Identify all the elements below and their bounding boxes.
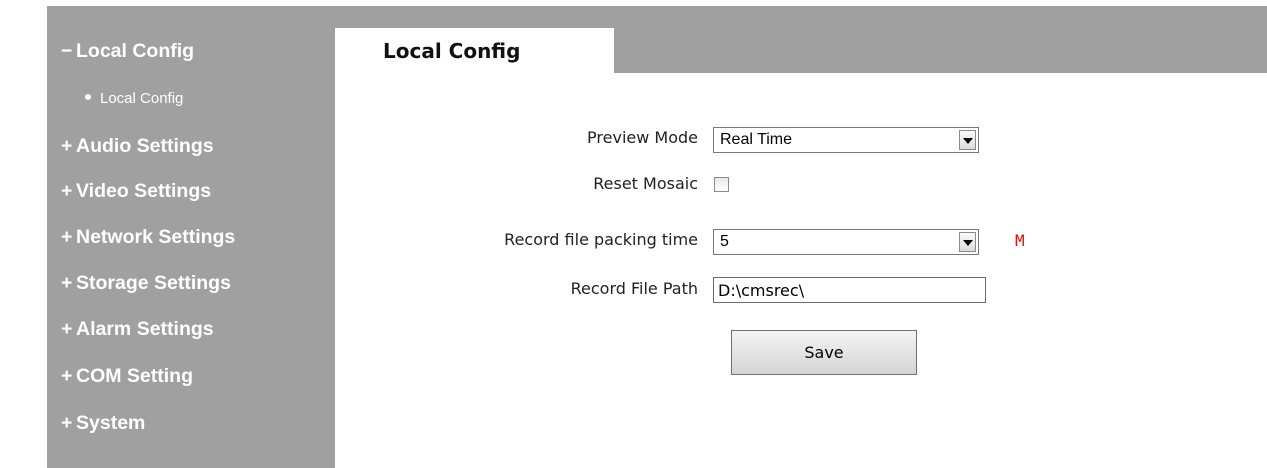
expand-icon: +: [61, 272, 73, 294]
preview-mode-label: Preview Mode: [587, 128, 698, 147]
sidebar-item-system[interactable]: + System: [61, 412, 145, 435]
sidebar-item-label: Local Config: [76, 40, 195, 62]
packing-time-value: 5: [720, 233, 729, 250]
packing-time-select[interactable]: 5: [713, 229, 979, 255]
expand-icon: +: [61, 180, 73, 202]
sidebar-item-label: System: [76, 412, 146, 434]
reset-mosaic-label: Reset Mosaic: [593, 174, 698, 193]
tab-label: Local Config: [383, 39, 521, 63]
sidebar-item-label: Audio Settings: [76, 135, 214, 157]
sidebar-item-com-setting[interactable]: + COM Setting: [61, 365, 193, 388]
file-path-label: Record File Path: [570, 279, 698, 298]
preview-mode-value: Real Time: [720, 131, 793, 148]
sidebar-item-audio-settings[interactable]: + Audio Settings: [61, 135, 214, 158]
tab-local-config[interactable]: Local Config: [335, 28, 614, 73]
sidebar-item-label: Network Settings: [76, 226, 236, 248]
app-frame: − Local Config Local Config + Audio Settin…: [0, 0, 1267, 468]
sidebar-item-storage-settings[interactable]: + Storage Settings: [61, 272, 231, 295]
file-path-input[interactable]: [713, 277, 986, 303]
expand-icon: +: [61, 135, 73, 157]
expand-icon: +: [61, 226, 73, 248]
collapse-icon: −: [61, 40, 73, 62]
sidebar-item-label: COM Setting: [76, 365, 193, 387]
sidebar: − Local Config Local Config + Audio Settin…: [47, 6, 335, 468]
sidebar-subitem-label: Local Config: [100, 90, 184, 107]
reset-mosaic-checkbox[interactable]: [714, 177, 729, 192]
sidebar-item-label: Storage Settings: [76, 272, 231, 294]
chevron-down-icon[interactable]: [959, 130, 976, 150]
expand-icon: +: [61, 318, 73, 340]
sidebar-item-local-config[interactable]: − Local Config: [61, 40, 194, 63]
expand-icon: +: [61, 365, 73, 387]
sidebar-item-label: Alarm Settings: [76, 318, 214, 340]
sidebar-subitem-local-config[interactable]: Local Config: [85, 90, 183, 107]
sidebar-item-video-settings[interactable]: + Video Settings: [61, 180, 211, 203]
preview-mode-select[interactable]: Real Time: [713, 127, 979, 153]
chevron-down-icon[interactable]: [959, 232, 976, 252]
sidebar-item-label: Video Settings: [76, 180, 212, 202]
save-button[interactable]: Save: [731, 330, 917, 375]
packing-time-label: Record file packing time: [504, 230, 698, 249]
sidebar-item-alarm-settings[interactable]: + Alarm Settings: [61, 318, 214, 341]
expand-icon: +: [61, 412, 73, 434]
sidebar-item-network-settings[interactable]: + Network Settings: [61, 226, 235, 249]
packing-time-unit: M: [1015, 231, 1025, 250]
dot-icon: [85, 94, 91, 101]
